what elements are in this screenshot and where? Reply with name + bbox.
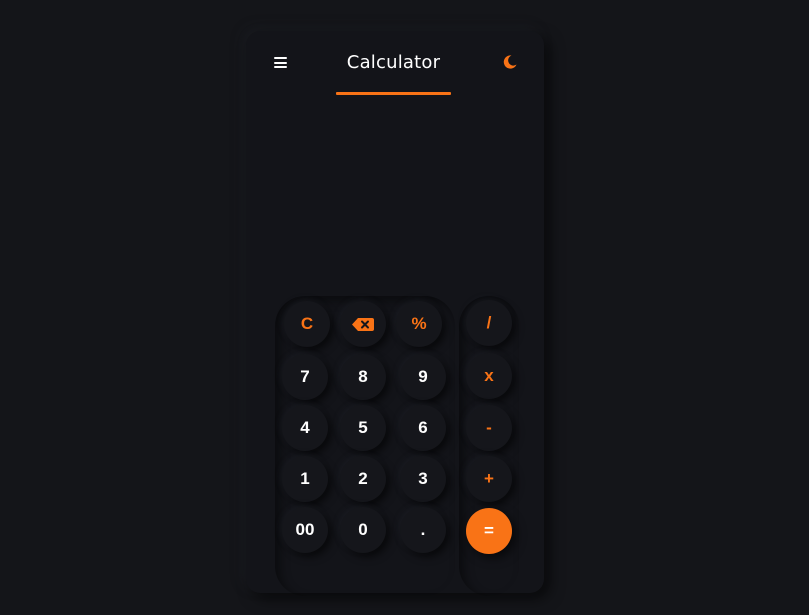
key-0[interactable]: 0 (340, 507, 386, 553)
key-6[interactable]: 6 (400, 405, 446, 451)
divide-button[interactable]: / (466, 300, 512, 346)
key-00[interactable]: 00 (282, 507, 328, 553)
calculator-display (266, 111, 524, 291)
key-9[interactable]: 9 (400, 354, 446, 400)
key-5[interactable]: 5 (340, 405, 386, 451)
key-3[interactable]: 3 (400, 456, 446, 502)
subtract-button[interactable]: - (466, 405, 512, 451)
add-button[interactable]: + (466, 456, 512, 502)
menu-icon[interactable] (274, 57, 287, 68)
title-underline (336, 92, 451, 95)
key-2[interactable]: 2 (340, 456, 386, 502)
key-4[interactable]: 4 (282, 405, 328, 451)
page-title: Calculator (346, 52, 441, 73)
key-1[interactable]: 1 (282, 456, 328, 502)
key-7[interactable]: 7 (282, 354, 328, 400)
calculator-card: Calculator C % 7 8 9 4 5 6 1 2 3 00 0 . (246, 31, 544, 593)
backspace-icon (352, 317, 374, 331)
key-decimal[interactable]: . (400, 507, 446, 553)
backspace-button[interactable] (340, 301, 386, 347)
moon-icon[interactable] (502, 54, 518, 70)
clear-button[interactable]: C (284, 301, 330, 347)
key-8[interactable]: 8 (340, 354, 386, 400)
equals-button[interactable]: = (466, 508, 512, 554)
calculator-header: Calculator (246, 31, 544, 101)
percent-button[interactable]: % (396, 301, 442, 347)
multiply-button[interactable]: x (466, 353, 512, 399)
